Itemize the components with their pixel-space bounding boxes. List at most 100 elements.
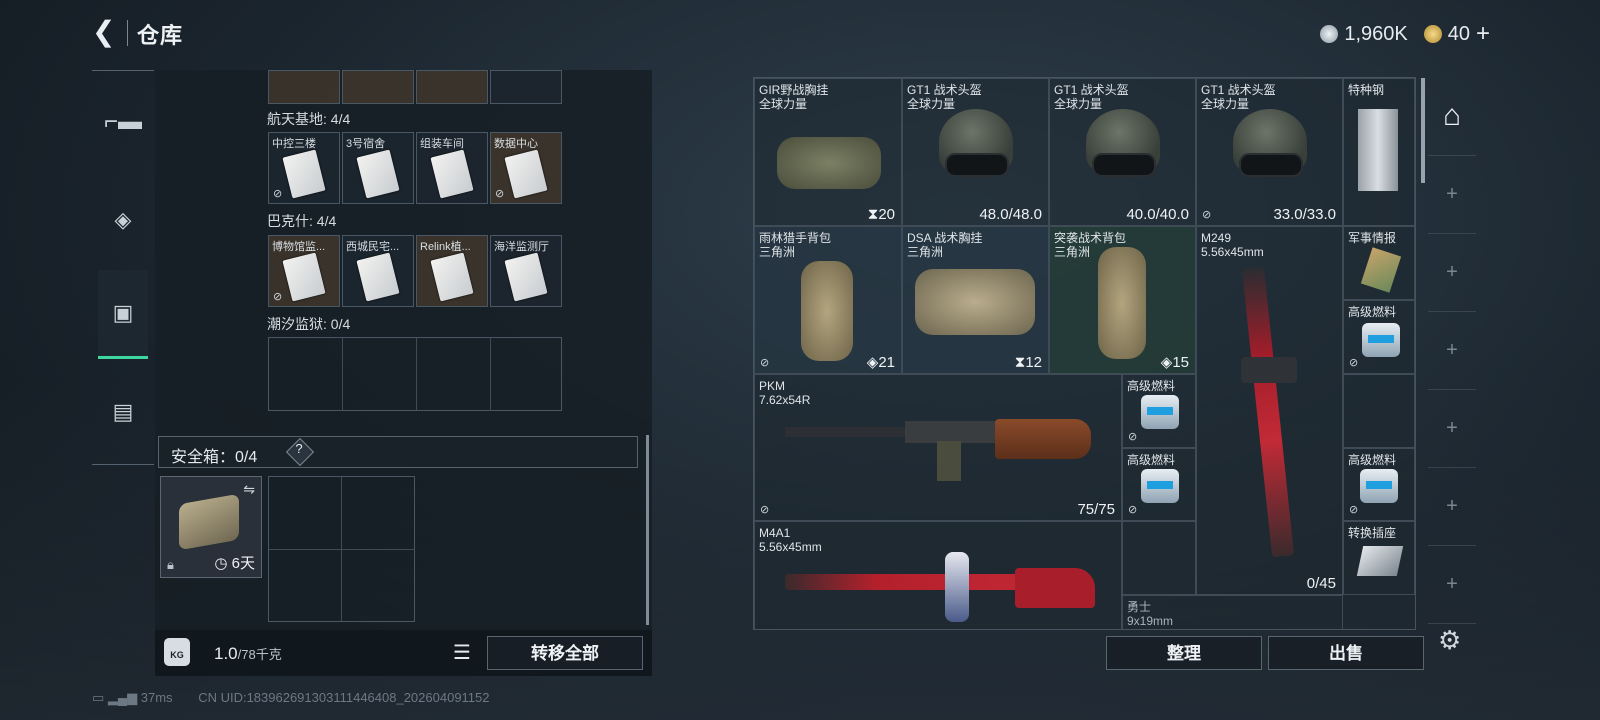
vest-icon: ◈ [114, 207, 132, 232]
add-tab-icon[interactable]: + [1428, 311, 1476, 390]
item-m249[interactable]: M249 5.56x45mm 0/45 [1196, 226, 1343, 595]
item-name: 高级燃料 [1127, 379, 1176, 393]
item-gt1-helmet[interactable]: GT1 战术头盔 全球力量 48.0/48.0 [902, 78, 1049, 226]
nav-divider [92, 464, 154, 465]
container-icon: ▣ [112, 300, 134, 325]
empty-slot[interactable] [1122, 521, 1196, 595]
empty-slot[interactable] [1343, 374, 1415, 448]
add-currency-button[interactable]: + [1476, 20, 1490, 48]
item-capacity: ◈21 [866, 354, 895, 371]
item-name: GIR野战胸挂 全球力量 [759, 83, 829, 111]
transfer-all-button[interactable]: 转移全部 [487, 636, 643, 670]
nav-divider [92, 70, 154, 71]
unbound-icon: ⊘ [1349, 504, 1359, 516]
item-dsa-rig[interactable]: DSA 战术胸挂 三角洲 ⧗12 [902, 226, 1049, 374]
add-tab-icon[interactable]: + [1428, 155, 1476, 234]
empty-keycard-row[interactable] [268, 337, 562, 411]
item-special-steel[interactable]: 特种钢 [1343, 78, 1415, 226]
item-rainforest-backpack[interactable]: 雨林猎手背包 三角洲 ⊘ ◈21 [754, 226, 902, 374]
add-tab-icon[interactable]: + [1428, 467, 1476, 546]
help-icon[interactable]: ? [294, 441, 304, 456]
item-ammo: 0/45 [1306, 575, 1336, 592]
sell-button[interactable]: 出售 [1268, 636, 1424, 670]
item-premium-fuel[interactable]: 高级燃料 ⊘ [1122, 374, 1196, 448]
add-tab-icon[interactable]: + [1428, 545, 1476, 624]
list-icon[interactable]: ☰ [448, 640, 476, 666]
item-gt1-helmet[interactable]: GT1 战术头盔 全球力量 40.0/40.0 [1049, 78, 1196, 226]
weight-cap: /78千克 [237, 647, 282, 662]
gear-icon[interactable]: ⚙ [1438, 625, 1461, 656]
item-premium-fuel[interactable]: 高级燃料 ⊘ [1343, 300, 1415, 374]
charm-figure-icon [945, 552, 969, 622]
keycard-label: 3号宿舍 [346, 138, 386, 150]
keycard-slot[interactable]: 3号宿舍 [342, 132, 414, 204]
item-adapter-socket[interactable]: 转换插座 [1343, 521, 1415, 595]
item-m4a1[interactable]: M4A1 5.56x45mm [754, 521, 1122, 629]
item-name: M4A1 5.56x45mm [759, 526, 822, 554]
weight-readout: 1.0/78千克 [214, 644, 282, 664]
nav-case-tab[interactable]: ▤ [98, 382, 148, 442]
swap-icon[interactable]: ⇋ [243, 481, 255, 498]
home-storage-icon[interactable]: ⌂ [1428, 77, 1476, 156]
item-gir-rig[interactable]: GIR野战胸挂 全球力量 ⧗20 [754, 78, 902, 226]
keycard-slot[interactable]: 数据中心 ⊘ [490, 132, 562, 204]
add-tab-icon[interactable]: + [1428, 389, 1476, 468]
keycard-label: 博物馆监... [272, 241, 326, 253]
keycard-slot[interactable]: Relink植... [416, 235, 488, 307]
briefcase-icon: ▤ [112, 399, 134, 424]
item-pkm[interactable]: PKM 7.62x54R ⊘ 75/75 [754, 374, 1122, 521]
uid-text: CN UID:18396269130311144640​8_2026040911… [198, 690, 490, 705]
unbound-icon: ⊘ [760, 504, 770, 516]
weight-value: 1.0 [214, 644, 238, 663]
signal-icon: ▂▄▆ [107, 690, 138, 705]
fuel-icon [1362, 323, 1400, 357]
item-gt1-helmet[interactable]: GT1 战术头盔 全球力量 ⊘ 33.0/33.0 [1196, 78, 1343, 226]
keycard-slot[interactable]: 组装车间 [416, 132, 488, 204]
keycard-slot[interactable]: 博物馆监... ⊘ [268, 235, 340, 307]
item-military-intel[interactable]: 军事情报 [1343, 226, 1415, 300]
safebox-storage[interactable] [268, 476, 415, 622]
item-name: 高级燃料 [1348, 453, 1397, 467]
battery-icon: ▭ [92, 690, 105, 705]
item-premium-fuel[interactable]: 高级燃料 ⊘ [1122, 448, 1196, 521]
fuel-icon [1360, 469, 1398, 503]
back-arrow-icon[interactable]: ❮ [92, 17, 122, 47]
keycard-slot[interactable] [416, 70, 488, 104]
slot-divider [416, 338, 417, 410]
safebox-icon [179, 493, 239, 551]
status-bar: ▭ ▂▄▆ 37ms CN UID:18396269130311144640​8… [92, 690, 490, 706]
item-name: DSA 战术胸挂 三角洲 [907, 231, 983, 259]
item-premium-fuel[interactable]: 高级燃料 ⊘ [1343, 448, 1415, 521]
item-capacity: ⧗12 [1014, 354, 1042, 371]
keycard-slot[interactable] [490, 70, 562, 104]
item-name: 勇士 9x19mm [1127, 600, 1174, 628]
item-assault-backpack[interactable]: 突袭战术背包 三角洲 ◈15 [1049, 226, 1196, 374]
keycard-slot[interactable] [342, 70, 414, 104]
item-capacity: ◈15 [1160, 354, 1189, 371]
unbound-icon: ⊘ [1202, 209, 1212, 221]
keycard-slot[interactable]: 海洋监测厅 [490, 235, 562, 307]
keycard-slot[interactable] [268, 70, 340, 104]
gun-receiver [1241, 357, 1297, 383]
keycard-icon [430, 149, 474, 199]
container-tabs: ⌂ + + + + + + [1428, 77, 1476, 637]
keycard-icon [282, 149, 326, 199]
sort-button[interactable]: 整理 [1106, 636, 1262, 670]
nav-container-tab[interactable]: ▣ [98, 270, 148, 359]
item-name: GT1 战术头盔 全球力量 [1201, 83, 1276, 111]
scrollbar[interactable] [646, 435, 649, 625]
item-warrior[interactable]: 勇士 9x19mm [1122, 595, 1343, 629]
keycard-slot[interactable]: 中控三楼 ⊘ [268, 132, 340, 204]
safebox-case-slot[interactable]: ⇋ 🔒︎ ◷ 6天 [160, 476, 262, 578]
item-durability: 33.0/33.0 [1273, 206, 1336, 223]
scrollbar[interactable] [1421, 78, 1425, 183]
unbound-icon: ⊘ [273, 188, 283, 200]
item-ammo: 75/75 [1077, 501, 1115, 518]
nav-armor-tab[interactable]: ◈ [98, 190, 148, 250]
item-name: 雨林猎手背包 三角洲 [759, 231, 832, 259]
fuel-icon [1141, 395, 1179, 429]
nav-weapon-tab[interactable]: ⌐▬ [98, 92, 148, 152]
keycard-slot[interactable]: 西城民宅... [342, 235, 414, 307]
add-tab-icon[interactable]: + [1428, 233, 1476, 312]
gun-receiver [905, 421, 1005, 443]
